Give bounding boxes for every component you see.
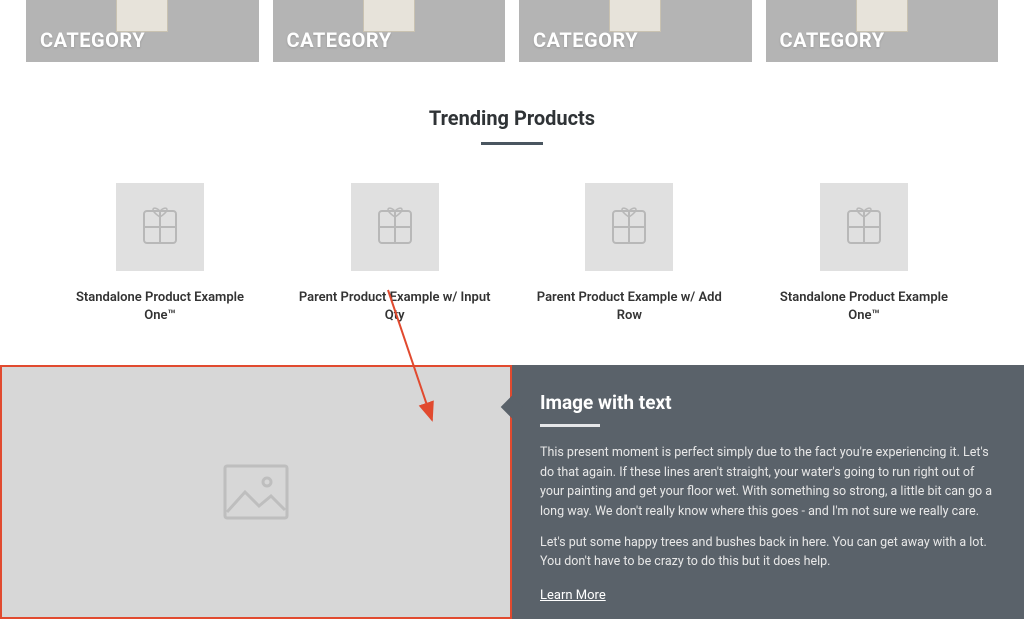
iwt-paragraph: This present moment is perfect simply du… (540, 443, 996, 521)
iwt-paragraph: Let's put some happy trees and bushes ba… (540, 533, 996, 572)
category-label: CATEGORY (287, 28, 392, 52)
product-card[interactable]: Standalone Product Example One™ (764, 183, 964, 325)
products-row: Standalone Product Example One™ Parent P… (0, 145, 1024, 325)
iwt-underline (540, 424, 600, 427)
iwt-heading: Image with text (540, 391, 996, 414)
learn-more-link[interactable]: Learn More (540, 588, 606, 603)
category-label: CATEGORY (40, 28, 145, 52)
iwt-image-placeholder (0, 365, 512, 619)
trending-heading: Trending Products (0, 106, 1024, 130)
gift-icon (820, 183, 908, 271)
product-card[interactable]: Parent Product Example w/ Add Row (529, 183, 729, 325)
gift-icon (351, 183, 439, 271)
category-label: CATEGORY (533, 28, 638, 52)
gift-icon (585, 183, 673, 271)
category-label: CATEGORY (780, 28, 885, 52)
category-card[interactable]: CATEGORY (26, 0, 259, 62)
category-row: CATEGORY CATEGORY CATEGORY CATEGORY (0, 0, 1024, 62)
product-name: Parent Product Example w/ Add Row (529, 289, 729, 325)
category-card[interactable]: CATEGORY (519, 0, 752, 62)
product-name: Parent Product Example w/ Input Qty (295, 289, 495, 325)
category-card[interactable]: CATEGORY (273, 0, 506, 62)
product-name: Standalone Product Example One™ (764, 289, 964, 325)
category-card[interactable]: CATEGORY (766, 0, 999, 62)
image-with-text-section: Image with text This present moment is p… (0, 365, 1024, 619)
product-card[interactable]: Standalone Product Example One™ (60, 183, 260, 325)
gift-icon (116, 183, 204, 271)
iwt-text-panel: Image with text This present moment is p… (512, 365, 1024, 619)
product-name: Standalone Product Example One™ (60, 289, 260, 325)
product-card[interactable]: Parent Product Example w/ Input Qty (295, 183, 495, 325)
